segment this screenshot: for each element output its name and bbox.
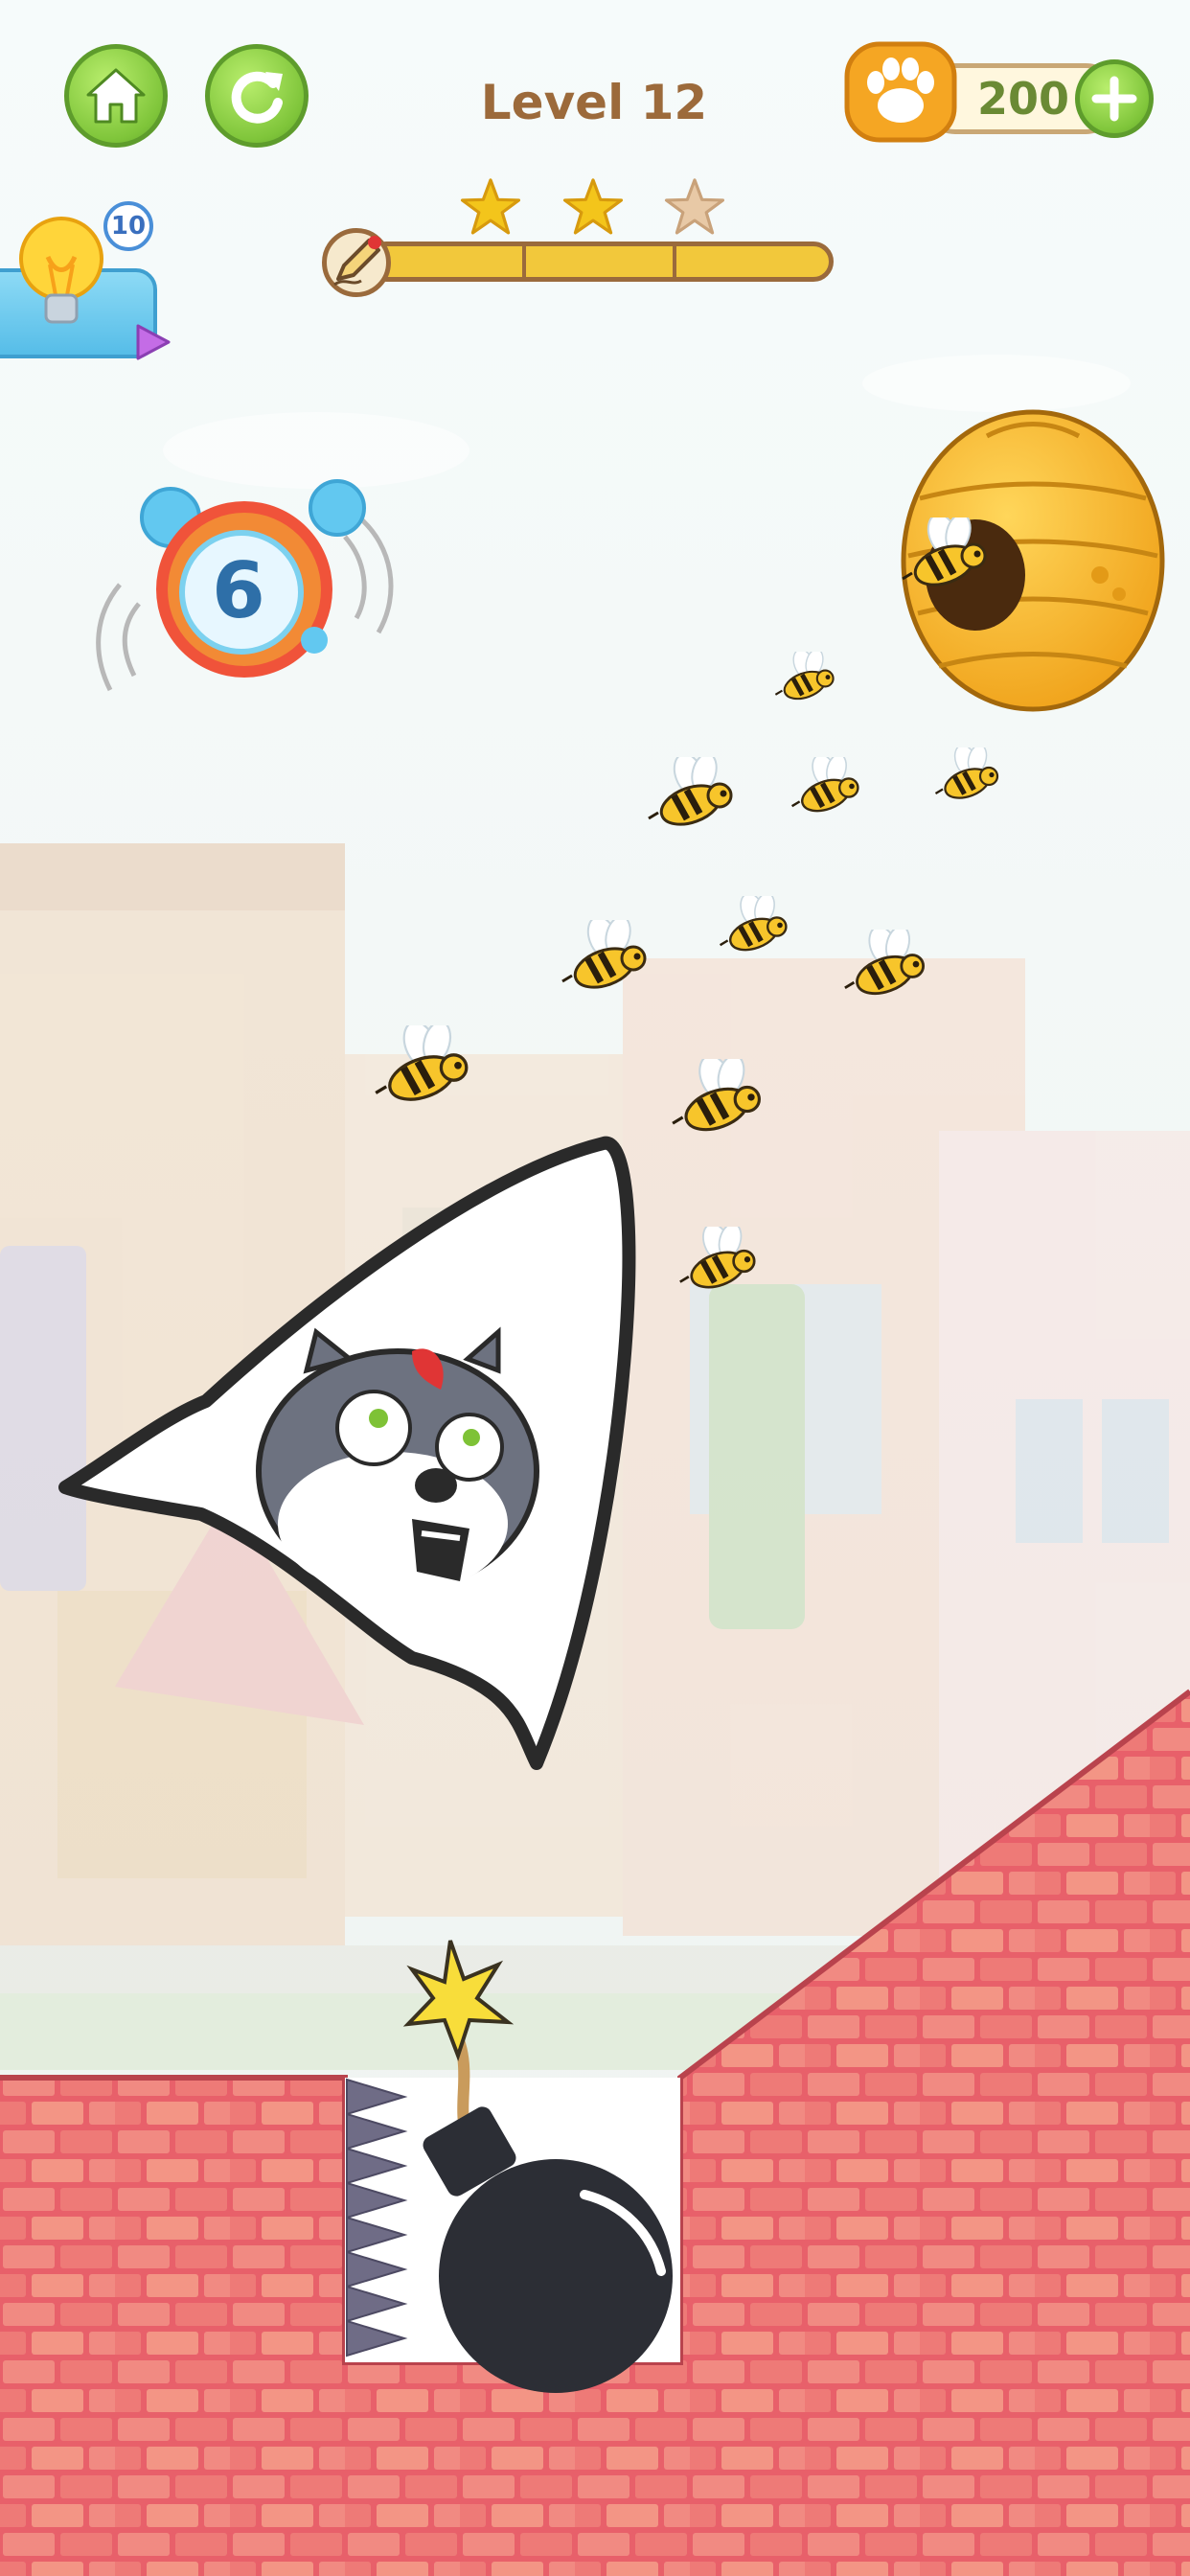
home-button[interactable] xyxy=(64,44,168,148)
level-title: Level 12 xyxy=(480,75,708,130)
restart-icon xyxy=(231,71,283,124)
ink-progress-bar xyxy=(366,242,834,282)
restart-button[interactable] xyxy=(205,44,309,148)
pencil-badge xyxy=(322,228,391,297)
paw-icon xyxy=(844,41,957,143)
coin-value: 200 xyxy=(976,73,1070,125)
star-icon xyxy=(562,176,624,238)
lightbulb-icon xyxy=(19,217,103,324)
progress-divider xyxy=(521,246,526,277)
plus-icon xyxy=(1091,76,1137,122)
star-icon xyxy=(460,176,521,238)
hint-count-badge: 10 xyxy=(103,201,153,251)
star-icon xyxy=(664,176,725,238)
pencil-icon xyxy=(333,236,381,287)
timer-value: 6 xyxy=(212,546,265,635)
progress-divider xyxy=(673,246,677,277)
add-coins-button[interactable] xyxy=(1075,59,1154,138)
game-scene[interactable] xyxy=(0,0,1190,2576)
home-icon xyxy=(86,68,146,124)
play-icon xyxy=(136,324,171,360)
